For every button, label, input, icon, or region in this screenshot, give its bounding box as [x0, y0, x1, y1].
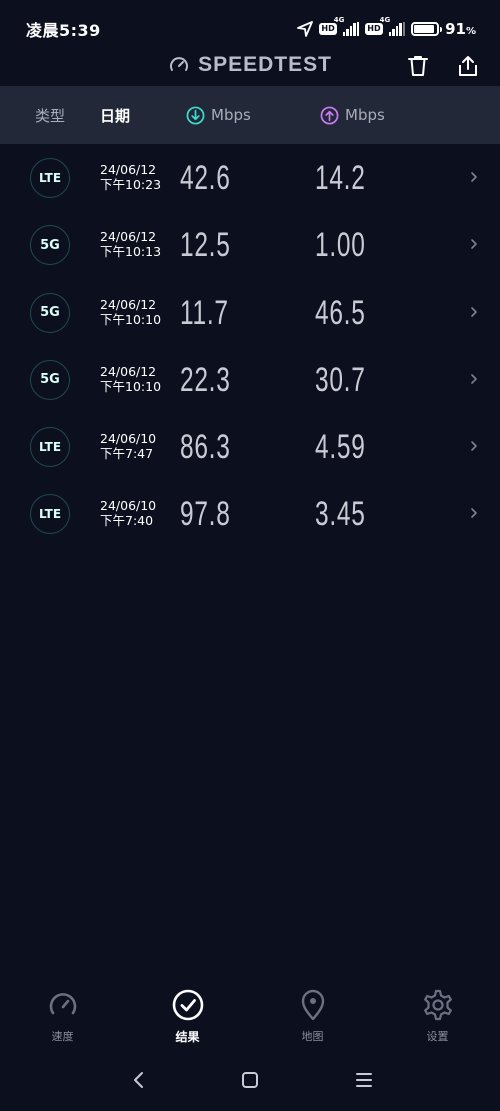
result-time: 下午10:23	[100, 177, 162, 192]
chevron-right-icon	[471, 374, 477, 384]
result-row[interactable]: LTE 24/06/12 下午10:23 42.6 14.2	[0, 144, 500, 211]
upload-unit-label: Mbps	[345, 106, 385, 124]
result-row[interactable]: 5G 24/06/12 下午10:10 22.3 30.7	[0, 346, 500, 413]
result-datetime: 24/06/12 下午10:23	[100, 162, 161, 192]
nav-label: 地图	[301, 1030, 324, 1043]
result-date: 24/06/10	[100, 431, 157, 447]
signal-strength-icon: 4G	[380, 16, 406, 36]
nav-label: 设置	[426, 1030, 449, 1043]
location-arrow-icon	[297, 21, 314, 37]
map-pin-icon	[301, 989, 324, 1021]
upload-speed: 14.2	[315, 159, 366, 197]
result-row[interactable]: LTE 24/06/10 下午7:40 97.8 3.45	[0, 480, 500, 547]
nav-tab-map[interactable]: 地图	[250, 980, 375, 1050]
result-row[interactable]: LTE 24/06/10 下午7:47 86.3 4.59	[0, 413, 500, 480]
download-speed: 12.5	[180, 226, 231, 265]
nav-tab-speed[interactable]: 速度	[0, 980, 125, 1050]
network-type-badge: 5G	[30, 225, 70, 266]
column-type[interactable]: 类型	[35, 86, 65, 144]
result-datetime: 24/06/10 下午7:47	[100, 431, 156, 461]
column-date[interactable]: 日期	[100, 86, 130, 144]
chevron-right-icon	[471, 306, 477, 317]
nav-label: 结果	[175, 1030, 200, 1044]
download-speed: 97.8	[180, 495, 231, 534]
download-speed: 11.7	[180, 293, 229, 332]
menu-icon[interactable]	[354, 1070, 374, 1090]
download-speed: 42.6	[180, 159, 231, 197]
upload-arrow-icon	[320, 106, 339, 124]
bottom-nav: 速度 结果 地图 设置	[0, 980, 500, 1050]
nav-label: 速度	[51, 1030, 74, 1043]
download-speed: 22.3	[180, 360, 231, 399]
result-datetime: 24/06/12 下午10:10	[100, 364, 161, 394]
status-time: 凌晨5:39	[26, 21, 101, 40]
check-circle-icon	[172, 989, 203, 1021]
share-icon[interactable]	[456, 54, 480, 78]
chevron-right-icon	[471, 441, 477, 451]
battery-icon	[411, 22, 443, 36]
upload-speed: 3.45	[315, 495, 366, 534]
chevron-right-icon	[471, 172, 477, 182]
chevron-right-icon	[471, 239, 477, 250]
column-download[interactable]: Mbps	[186, 86, 251, 144]
network-type-badge: 5G	[30, 359, 70, 400]
result-date: 24/06/10	[100, 498, 157, 514]
trash-icon[interactable]	[406, 54, 430, 78]
download-unit-label: Mbps	[211, 106, 251, 124]
speedometer-icon	[170, 57, 189, 71]
upload-speed: 4.59	[315, 428, 366, 467]
brand-logo: SPEEDTEST	[168, 53, 332, 77]
result-row[interactable]: 5G 24/06/12 下午10:10 11.7 46.5	[0, 279, 500, 346]
chevron-right-icon	[471, 508, 477, 519]
battery-level	[414, 25, 435, 33]
nav-tab-results[interactable]: 结果	[125, 980, 250, 1050]
result-time: 下午10:10	[100, 311, 162, 327]
result-datetime: 24/06/12 下午10:10	[100, 297, 161, 327]
download-speed: 86.3	[180, 428, 231, 467]
network-type-badge: LTE	[30, 427, 70, 468]
network-type-label: 4G	[333, 16, 345, 24]
home-icon[interactable]	[240, 1070, 260, 1090]
gear-icon	[423, 989, 452, 1021]
results-list: LTE 24/06/12 下午10:23 42.6 14.2 5G 24/06/…	[0, 144, 500, 548]
system-nav-bar	[0, 1058, 500, 1102]
upload-speed: 46.5	[315, 293, 366, 332]
network-type-badge: 5G	[30, 292, 70, 333]
network-type-badge: LTE	[30, 158, 70, 198]
signal-strength-icon: 4G	[334, 16, 360, 36]
battery-percentage: 91%	[445, 20, 476, 38]
result-date: 24/06/12	[100, 363, 157, 379]
result-time: 下午7:40	[100, 513, 154, 529]
download-arrow-icon	[186, 106, 205, 124]
result-date: 24/06/12	[100, 229, 157, 245]
upload-speed: 1.00	[315, 226, 366, 265]
back-icon[interactable]	[130, 1070, 150, 1090]
result-datetime: 24/06/12 下午10:13	[100, 229, 161, 259]
nav-tab-settings[interactable]: 设置	[375, 980, 500, 1050]
network-type-badge: LTE	[30, 494, 70, 535]
status-indicators: HD 4G HD 4G 91%	[297, 16, 476, 38]
result-time: 下午10:10	[100, 378, 162, 394]
result-time: 下午10:13	[100, 244, 162, 260]
column-upload[interactable]: Mbps	[320, 86, 385, 144]
result-date: 24/06/12	[100, 296, 157, 312]
results-column-header: 类型 日期 Mbps Mbps	[0, 86, 500, 144]
result-time: 下午7:47	[100, 446, 154, 462]
speedometer-icon	[49, 993, 76, 1015]
upload-speed: 30.7	[315, 360, 366, 399]
result-row[interactable]: 5G 24/06/12 下午10:13 12.5 1.00	[0, 211, 500, 278]
hd-badge: HD	[319, 23, 337, 35]
app-header: SPEEDTEST	[0, 44, 500, 86]
brand-name: SPEEDTEST	[198, 53, 332, 76]
result-datetime: 24/06/10 下午7:40	[100, 498, 156, 528]
result-date: 24/06/12	[100, 162, 157, 177]
network-type-label: 4G	[379, 16, 391, 24]
hd-badge: HD	[365, 23, 383, 35]
